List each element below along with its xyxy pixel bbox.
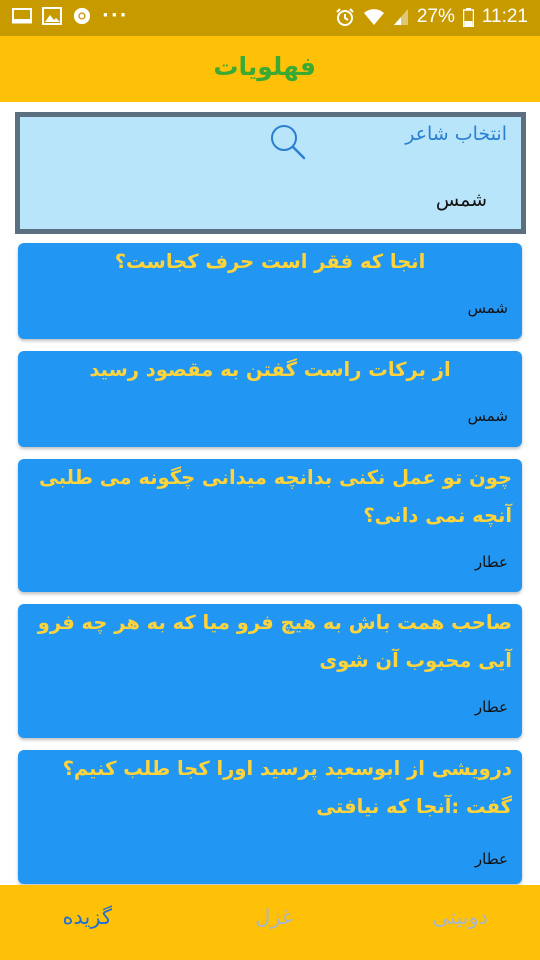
poet-selector-label: انتخاب شاعر <box>405 123 507 145</box>
wifi-icon <box>363 8 385 26</box>
clock: 11:21 <box>481 6 528 27</box>
battery-percent: 27% <box>416 6 455 27</box>
chrome-icon <box>72 7 92 25</box>
image-icon <box>42 7 62 25</box>
quote-card[interactable]: درویشی از ابوسعید پرسید اورا کجا طلب کنی… <box>18 750 522 884</box>
tab-ghazal[interactable]: غزل <box>255 905 293 929</box>
tab-dobeiti[interactable]: دوبیتی <box>432 905 488 929</box>
status-bar-notifications: ··· <box>12 7 129 25</box>
search-icon[interactable] <box>269 123 307 165</box>
tab-selected[interactable]: گزیده <box>63 905 112 929</box>
poet-selector[interactable]: انتخاب شاعر شمس <box>15 112 526 234</box>
screen-icon <box>12 7 32 25</box>
quote-text: چون تو عمل نکنی بدانچه میدانی چگونه می ط… <box>38 466 512 527</box>
quote-author: شمس <box>467 407 508 425</box>
status-bar-system: 27% 11:21 <box>335 6 528 28</box>
quote-text: انجا که فقر است حرف کجاست؟ <box>114 250 426 273</box>
quote-author: شمس <box>467 299 508 317</box>
quote-text: صاحب همت باش به هیچ فرو میا که به هر چه … <box>37 611 512 672</box>
battery-icon <box>462 7 474 27</box>
quote-text: درویشی از ابوسعید پرسید اورا کجا طلب کنی… <box>62 757 512 818</box>
page-title: فهلویات <box>213 52 316 81</box>
quote-card[interactable]: انجا که فقر است حرف کجاست؟ شمس <box>18 243 522 339</box>
quote-card[interactable]: صاحب همت باش به هیچ فرو میا که به هر چه … <box>18 604 522 738</box>
quote-card[interactable]: از برکات راست گفتن به مقصود رسید شمس <box>18 351 522 447</box>
poet-selector-value: شمس <box>435 189 487 211</box>
more-dots-icon: ··· <box>102 5 129 26</box>
bottom-nav: گزیده غزل دوبیتی <box>0 885 540 960</box>
quote-author: عطار <box>474 553 508 571</box>
signal-icon <box>393 8 409 26</box>
alarm-icon <box>335 7 355 27</box>
quote-author: عطار <box>474 850 508 868</box>
quote-card[interactable]: چون تو عمل نکنی بدانچه میدانی چگونه می ط… <box>18 459 522 592</box>
app-bar: فهلویات <box>0 36 540 102</box>
quote-text: از برکات راست گفتن به مقصود رسید <box>89 358 451 381</box>
status-bar: ··· 27% 11:21 <box>0 0 540 36</box>
quote-author: عطار <box>474 698 508 716</box>
